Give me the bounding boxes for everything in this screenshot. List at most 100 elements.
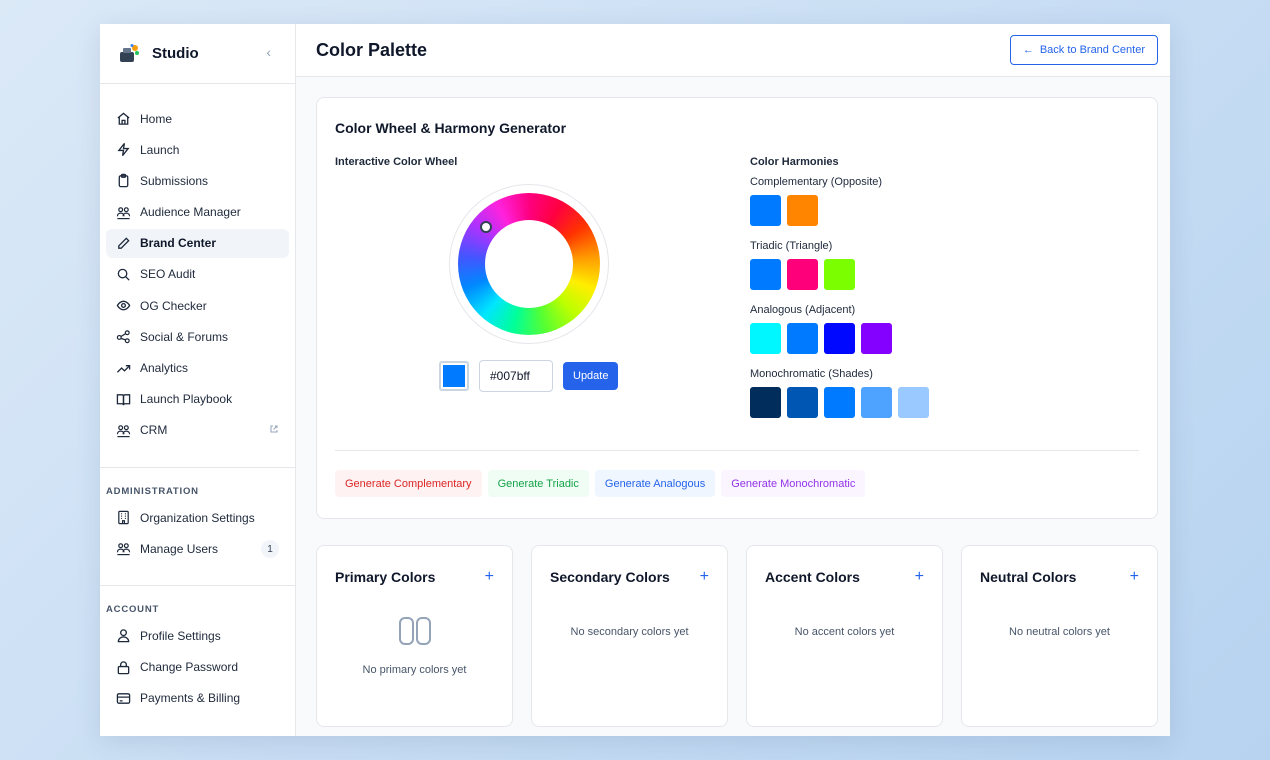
admin-nav: Organization Settings Manage Users 1 (100, 503, 295, 565)
hex-color-input[interactable] (479, 360, 553, 392)
color-swatch[interactable] (787, 323, 818, 354)
add-color-button[interactable]: + (485, 568, 494, 586)
sidebar-item-home[interactable]: Home (106, 104, 289, 133)
share-icon (115, 329, 131, 345)
neutral-colors-card: Neutral Colors + No neutral colors yet (961, 545, 1158, 727)
sidebar-item-profile-settings[interactable]: Profile Settings (106, 621, 289, 650)
sidebar-item-og-checker[interactable]: OG Checker (106, 291, 289, 320)
color-swatch[interactable] (787, 259, 818, 290)
generate-complementary-button[interactable]: Generate Complementary (335, 470, 482, 497)
sidebar-item-seo-audit[interactable]: SEO Audit (106, 260, 289, 289)
color-swatch[interactable] (787, 387, 818, 418)
users-icon (115, 204, 131, 220)
sidebar: Studio ‹ Home Launch Submissions Audienc… (100, 24, 296, 736)
group-header: Primary Colors + (335, 568, 494, 586)
sidebar-item-submissions[interactable]: Submissions (106, 166, 289, 195)
sidebar-item-change-password[interactable]: Change Password (106, 653, 289, 682)
empty-state-text: No secondary colors yet (570, 626, 689, 638)
user-icon (115, 628, 131, 644)
sidebar-item-launch-playbook[interactable]: Launch Playbook (106, 385, 289, 414)
sidebar-item-social-forums[interactable]: Social & Forums (106, 322, 289, 351)
arrow-left-icon: ← (1022, 44, 1034, 56)
color-swatch[interactable] (750, 195, 781, 226)
wheel-columns: Interactive Color Wheel Update (335, 156, 1139, 418)
color-swatch[interactable] (824, 387, 855, 418)
add-color-button[interactable]: + (915, 568, 924, 586)
generate-analogous-button[interactable]: Generate Analogous (594, 470, 716, 497)
selected-color-fill (443, 365, 465, 387)
group-header: Secondary Colors + (550, 568, 709, 586)
users-icon (115, 541, 131, 557)
main-nav: Home Launch Submissions Audience Manager… (100, 84, 295, 447)
sidebar-item-label: Social & Forums (140, 329, 229, 344)
harmony-label: Analogous (Adjacent) (750, 304, 856, 316)
color-wheel[interactable] (458, 193, 600, 335)
monochromatic-swatches (750, 387, 929, 418)
harmonies-title: Color Harmonies (750, 156, 839, 168)
selected-color-swatch[interactable] (439, 361, 469, 391)
sidebar-item-label: Analytics (140, 361, 189, 375)
analogous-swatches (750, 323, 929, 354)
harmony-label: Triadic (Triangle) (750, 240, 833, 252)
sidebar-item-label: Change Password (140, 660, 239, 675)
empty-state-text: No primary colors yet (362, 664, 467, 676)
sidebar-item-label: Profile Settings (140, 628, 221, 643)
empty-state-text: No neutral colors yet (1009, 626, 1110, 638)
page-title: Color Palette (316, 39, 428, 60)
color-wheel-center (485, 220, 573, 308)
eye-icon (115, 298, 131, 314)
group-title: Secondary Colors (550, 569, 670, 585)
add-color-button[interactable]: + (700, 568, 709, 586)
color-wheel-handle[interactable] (480, 221, 492, 233)
accent-colors-card: Accent Colors + No accent colors yet (746, 545, 943, 727)
brand-name: Studio (152, 45, 199, 62)
divider (335, 450, 1139, 451)
color-swatch[interactable] (861, 323, 892, 354)
sidebar-item-crm[interactable]: CRM (106, 416, 289, 445)
sidebar-item-payments-billing[interactable]: Payments & Billing (106, 684, 289, 713)
sidebar-item-manage-users[interactable]: Manage Users 1 (106, 534, 289, 563)
clipboard-icon (115, 173, 131, 189)
sidebar-item-label: Launch (140, 142, 180, 157)
update-button[interactable]: Update (563, 362, 619, 390)
wheel-label: Interactive Color Wheel (335, 156, 458, 168)
search-icon (115, 266, 131, 282)
sidebar-item-label: Manage Users (140, 541, 219, 556)
sidebar-item-label: Payments & Billing (140, 691, 241, 706)
color-swatch[interactable] (898, 387, 929, 418)
color-swatch[interactable] (750, 387, 781, 418)
wheel-column: Interactive Color Wheel Update (335, 156, 750, 418)
triadic-swatches (750, 259, 929, 290)
sidebar-item-audience-manager[interactable]: Audience Manager (106, 198, 289, 227)
sidebar-item-label: Organization Settings (140, 510, 255, 525)
sidebar-item-brand-center[interactable]: Brand Center (106, 228, 289, 258)
sidebar-item-analytics[interactable]: Analytics (106, 354, 289, 383)
add-color-button[interactable]: + (1130, 568, 1139, 586)
sidebar-item-launch[interactable]: Launch (106, 135, 289, 164)
back-to-brand-center-button[interactable]: ← Back to Brand Center (1009, 35, 1158, 65)
color-swatch[interactable] (861, 387, 892, 418)
brand-header: Studio ‹ (100, 24, 295, 84)
sidebar-item-label: Brand Center (140, 236, 217, 251)
sidebar-item-organization-settings[interactable]: Organization Settings (106, 503, 289, 532)
color-swatch[interactable] (824, 323, 855, 354)
group-title: Accent Colors (765, 569, 860, 585)
color-swatch[interactable] (787, 195, 818, 226)
color-swatch[interactable] (824, 259, 855, 290)
color-wheel-frame (449, 184, 609, 344)
page-header: Color Palette ← Back to Brand Center (296, 24, 1170, 77)
section-title-administration: ADMINISTRATION (106, 486, 199, 498)
lightning-icon (115, 142, 131, 158)
back-button-label: Back to Brand Center (1039, 44, 1145, 56)
empty-state-text: No accent colors yet (794, 626, 895, 638)
collapse-sidebar-button[interactable]: ‹ (266, 44, 271, 60)
trend-icon (115, 360, 131, 376)
generate-monochromatic-button[interactable]: Generate Monochromatic (721, 470, 866, 497)
sidebar-item-label: Submissions (140, 173, 209, 188)
color-swatch[interactable] (750, 323, 781, 354)
sidebar-item-label: Home (140, 111, 173, 126)
generate-triadic-button[interactable]: Generate Triadic (487, 470, 589, 497)
users-icon (115, 422, 131, 438)
group-title: Primary Colors (335, 569, 436, 585)
color-swatch[interactable] (750, 259, 781, 290)
